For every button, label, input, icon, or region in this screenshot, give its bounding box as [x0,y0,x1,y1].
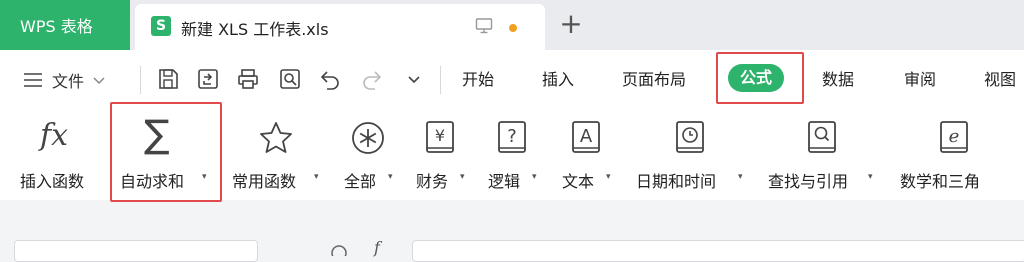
tab-view[interactable]: 视图 [984,68,1016,92]
tab-page-layout[interactable]: 页面布局 [622,68,686,92]
monitor-icon[interactable] [475,17,493,35]
financial-button[interactable]: ¥ 财务 ▾ [414,110,470,200]
name-box[interactable] [14,240,258,262]
book-text-icon: A [572,121,600,153]
document-tab[interactable]: S 新建 XLS 工作表.xls [135,4,545,50]
date-time-button[interactable]: 日期和时间 ▾ [634,110,750,200]
file-menu[interactable]: 文件 [22,68,106,92]
unsaved-indicator [509,24,517,32]
dropdown-caret-icon: ▾ [868,172,873,182]
export-icon[interactable] [196,67,220,91]
math-trig-label: 数学和三角 [900,172,981,191]
insert-function-label: 插入函数 [20,172,85,191]
print-preview-icon[interactable] [278,67,302,91]
toolbar-divider [440,66,441,94]
asterisk-circle-icon [352,122,384,154]
logical-label: 逻辑 [488,172,521,191]
svg-text:A: A [580,126,593,147]
text-functions-label: 文本 [562,172,595,191]
tab-insert[interactable]: 插入 [542,68,574,92]
all-functions-button[interactable]: 全部 ▾ [342,110,398,200]
insert-function-button[interactable]: fx 插入函数 [20,110,102,200]
formula-input[interactable] [412,240,1024,262]
chevron-down-icon [93,77,105,85]
toolbar-divider [140,66,141,94]
book-search-icon [808,121,836,153]
dropdown-caret-icon: ▾ [606,172,611,182]
svg-text:?: ? [507,126,517,147]
math-trig-button[interactable]: e 数学和三角 [898,110,1010,200]
common-functions-button[interactable]: 常用函数 ▾ [230,110,326,200]
text-functions-button[interactable]: A 文本 ▾ [560,110,616,200]
lookup-reference-button[interactable]: 查找与引用 ▾ [766,110,880,200]
financial-label: 财务 [416,172,449,191]
document-title: 新建 XLS 工作表.xls [181,20,329,39]
redo-icon[interactable] [360,67,384,91]
tab-review[interactable]: 审阅 [904,68,936,92]
highlight-formulas-tab [716,52,804,104]
tab-data[interactable]: 数据 [822,68,854,92]
app-tab[interactable]: WPS 表格 [0,0,130,50]
book-yen-icon: ¥ [426,121,454,153]
lookup-reference-label: 查找与引用 [768,172,849,191]
dropdown-caret-icon: ▾ [532,172,537,182]
tab-home[interactable]: 开始 [462,68,494,92]
dropdown-caret-icon: ▾ [738,172,743,182]
dropdown-caret-icon: ▾ [460,172,465,182]
zoom-icon[interactable] [330,244,350,256]
fx-icon: fx [40,118,69,153]
file-menu-label: 文件 [52,72,85,91]
dropdown-caret-icon: ▾ [314,172,319,182]
svg-text:¥: ¥ [435,126,445,145]
print-icon[interactable] [236,67,260,91]
new-tab-button[interactable]: + [556,8,586,40]
star-icon [260,122,292,153]
logical-button[interactable]: ? 逻辑 ▾ [486,110,542,200]
book-clock-icon [676,121,704,153]
hamburger-icon [24,73,42,87]
app-name: WPS 表格 [20,17,93,36]
save-icon[interactable] [156,67,180,91]
tab-bar: WPS 表格 S 新建 XLS 工作表.xls + [0,0,1024,50]
common-functions-label: 常用函数 [232,172,297,191]
spreadsheet-file-icon: S [151,16,171,36]
dropdown-caret-icon: ▾ [388,172,393,182]
date-time-label: 日期和时间 [636,172,717,191]
menu-bar: 文件 开始 插入 页面布局 公式 数据 审阅 视图 [0,50,1024,110]
book-question-icon: ? [498,121,526,153]
all-functions-label: 全部 [344,172,377,191]
svg-text:e: e [949,126,960,147]
insert-function-icon[interactable]: f [374,238,380,257]
book-math-icon: e [940,121,968,153]
undo-icon[interactable] [318,67,342,91]
more-options-icon[interactable] [402,67,426,91]
highlight-autosum [110,102,222,202]
